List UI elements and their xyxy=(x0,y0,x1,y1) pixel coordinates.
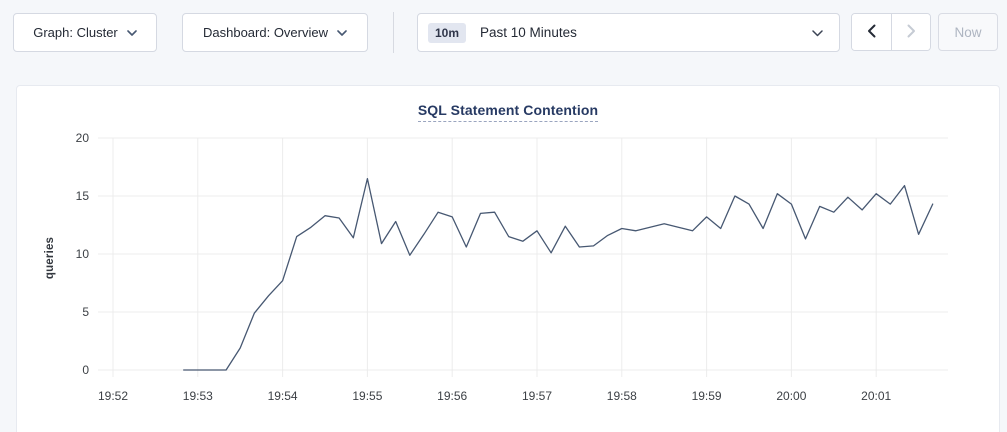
y-tick-label: 15 xyxy=(76,189,90,203)
graph-dropdown-label: Graph: Cluster xyxy=(33,25,118,40)
x-tick-label: 19:53 xyxy=(183,389,213,403)
y-tick-label: 0 xyxy=(82,363,89,377)
time-step-buttons xyxy=(851,13,931,51)
dashboard-dropdown[interactable]: Dashboard: Overview xyxy=(182,13,368,52)
chevron-right-icon xyxy=(907,24,916,41)
x-tick-label: 19:55 xyxy=(352,389,382,403)
line-chart-canvas: 0 5 10 15 20 19:52 19:53 19:54 19:55 19:56 19:57 19… xyxy=(17,86,1001,432)
x-tick-label: 19:52 xyxy=(98,389,128,403)
time-range-label: Past 10 Minutes xyxy=(480,25,812,40)
y-tick-label: 5 xyxy=(82,305,89,319)
chart-card: SQL Statement Contention queries 0 5 10 15 2… xyxy=(16,85,1000,432)
dashboard-dropdown-label: Dashboard: Overview xyxy=(203,25,328,40)
chevron-left-icon xyxy=(867,24,876,41)
series-line-queries xyxy=(184,179,933,370)
chart-title[interactable]: SQL Statement Contention xyxy=(418,102,598,122)
x-tick-label: 19:59 xyxy=(692,389,722,403)
x-tick-label: 20:01 xyxy=(861,389,891,403)
prev-time-button[interactable] xyxy=(852,14,891,50)
x-tick-label: 19:57 xyxy=(522,389,552,403)
next-time-button[interactable] xyxy=(891,14,930,50)
chevron-down-icon xyxy=(127,30,137,36)
y-tick-label: 20 xyxy=(76,131,90,145)
x-tick-label: 19:56 xyxy=(437,389,467,403)
y-axis-label: queries xyxy=(44,228,58,288)
x-tick-label: 19:58 xyxy=(607,389,637,403)
x-tick-label: 20:00 xyxy=(776,389,806,403)
now-button[interactable]: Now xyxy=(938,13,998,51)
toolbar: Graph: Cluster Dashboard: Overview 10m P… xyxy=(0,0,1007,65)
chevron-down-icon xyxy=(812,24,823,42)
toolbar-divider xyxy=(393,12,394,53)
chevron-down-icon xyxy=(337,30,347,36)
page: { "toolbar": { "graph_dropdown": { "labe… xyxy=(0,0,1007,432)
y-tick-label: 10 xyxy=(76,247,90,261)
time-range-badge: 10m xyxy=(428,23,466,43)
time-range-selector[interactable]: 10m Past 10 Minutes xyxy=(417,13,840,52)
x-tick-label: 19:54 xyxy=(268,389,298,403)
graph-dropdown[interactable]: Graph: Cluster xyxy=(13,13,157,52)
chart-title-row: SQL Statement Contention xyxy=(17,86,999,122)
now-button-label: Now xyxy=(954,25,981,40)
